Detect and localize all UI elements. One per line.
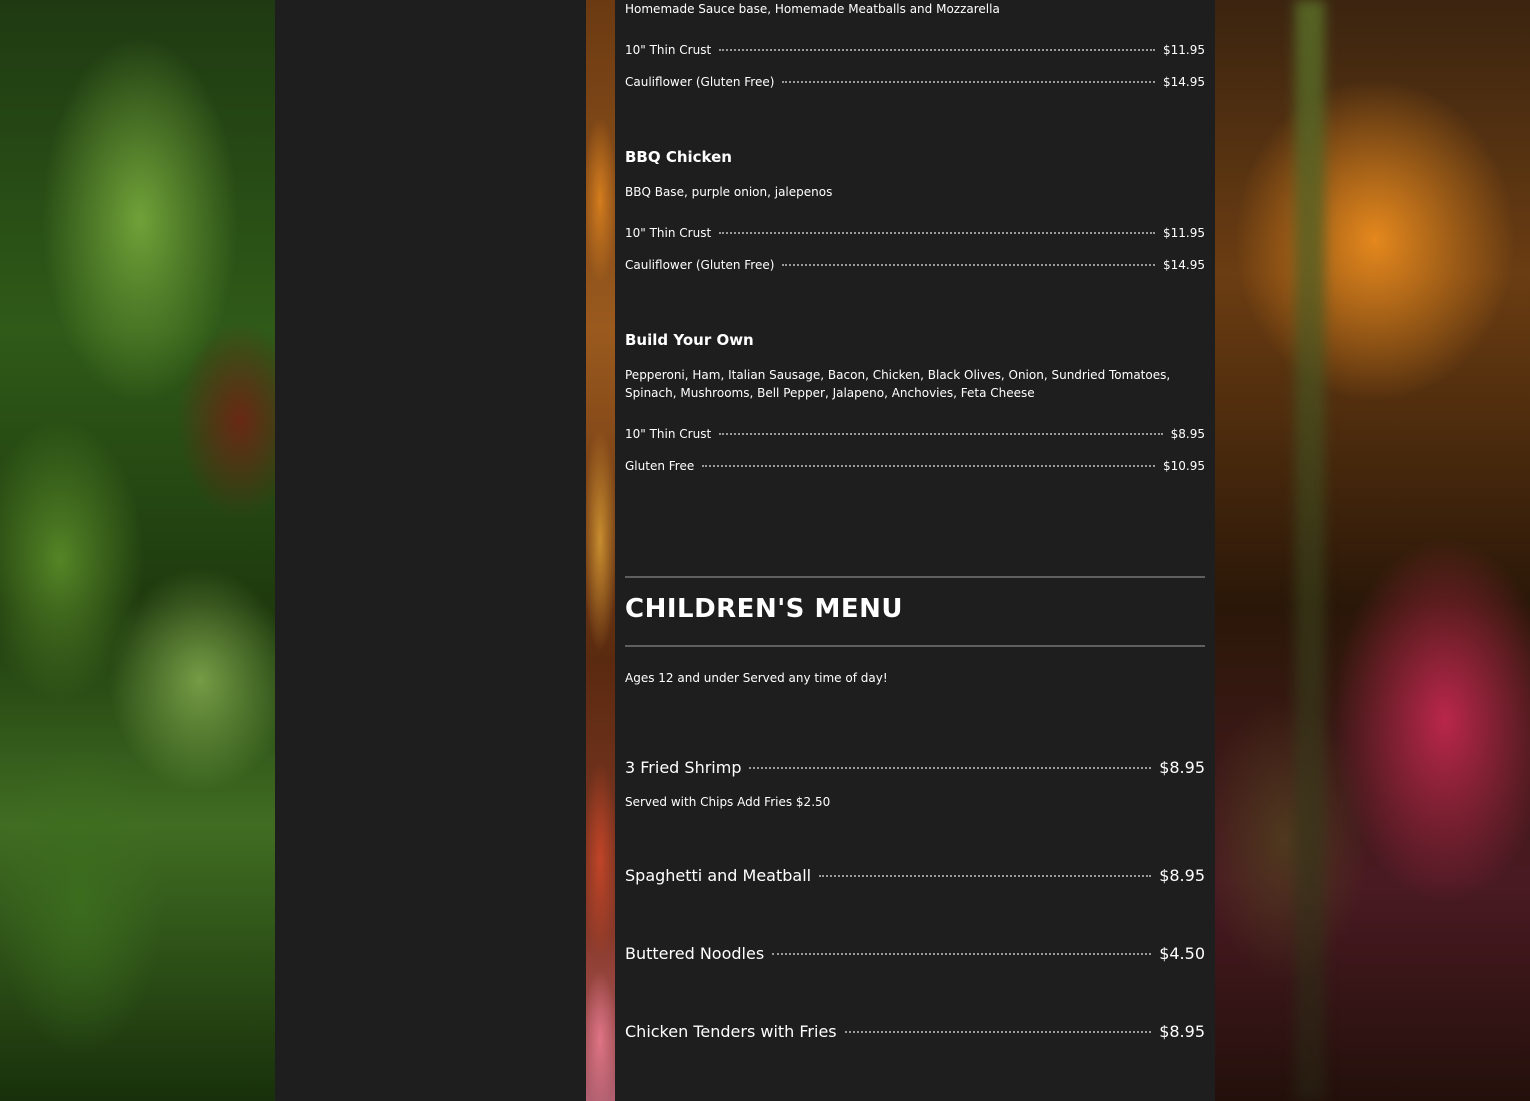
option-price: $8.95 [1170,427,1205,441]
price-row: 10" Thin Crust $8.95 [625,427,1205,441]
price-row: Cauliflower (Gluten Free) $14.95 [625,258,1205,272]
option-name: 10" Thin Crust [625,226,712,240]
children-item-row: 3 Fried Shrimp $8.95 [625,758,1205,777]
section-divider-bottom [625,645,1205,647]
children-menu-title: CHILDREN'S MENU [625,594,903,624]
price-row: 10" Thin Crust $11.95 [625,43,1205,57]
section-divider-top [625,576,1205,578]
item-price: $4.50 [1159,944,1205,963]
dot-leader [844,1031,1152,1033]
price-row: 10" Thin Crust $11.95 [625,226,1205,240]
dot-leader [772,953,1152,955]
item-name: Buttered Noodles [625,944,765,963]
dot-leader [719,433,1163,435]
option-price: $10.95 [1163,459,1205,473]
menu-content: Homemade Sauce base, Homemade Meatballs … [615,0,1215,1101]
dot-leader [749,767,1152,769]
dot-leader [719,232,1155,234]
background-photo-left [0,0,275,1101]
option-price: $14.95 [1163,75,1205,89]
build-your-own-title: Build Your Own [625,331,754,349]
children-menu-note: Ages 12 and under Served any time of day… [625,671,888,685]
item-description: Served with Chips Add Fries $2.50 [625,795,831,809]
bbq-chicken-title: BBQ Chicken [625,148,732,166]
price-row: Gluten Free $10.95 [625,459,1205,473]
background-photo-stem [1295,0,1325,1101]
bbq-chicken-description: BBQ Base, purple onion, jalepenos [625,185,833,199]
option-price: $11.95 [1163,226,1205,240]
background-photo-right [1215,0,1530,1101]
item-price: $8.95 [1159,1022,1205,1041]
item-name: Chicken Tenders with Fries [625,1022,837,1041]
children-item-row: Chicken Tenders with Fries $8.95 [625,1022,1205,1041]
children-item-row: Spaghetti and Meatball $8.95 [625,866,1205,885]
dot-leader [702,465,1155,467]
dot-leader [719,49,1155,51]
left-side-panel [275,0,586,1101]
dot-leader [819,875,1152,877]
item-name: 3 Fried Shrimp [625,758,742,777]
children-item-row: Buttered Noodles $4.50 [625,944,1205,963]
content-photo-strip [586,0,615,1101]
option-name: Cauliflower (Gluten Free) [625,258,775,272]
item-price: $8.95 [1159,758,1205,777]
dot-leader [782,81,1155,83]
dot-leader [782,264,1155,266]
option-name: 10" Thin Crust [625,427,712,441]
price-row: Cauliflower (Gluten Free) $14.95 [625,75,1205,89]
item-name: Spaghetti and Meatball [625,866,812,885]
meatball-pizza-description: Homemade Sauce base, Homemade Meatballs … [625,2,1000,16]
option-price: $11.95 [1163,43,1205,57]
option-name: 10" Thin Crust [625,43,712,57]
build-your-own-description: Pepperoni, Ham, Italian Sausage, Bacon, … [625,368,1171,400]
option-name: Gluten Free [625,459,695,473]
option-name: Cauliflower (Gluten Free) [625,75,775,89]
option-price: $14.95 [1163,258,1205,272]
item-price: $8.95 [1159,866,1205,885]
